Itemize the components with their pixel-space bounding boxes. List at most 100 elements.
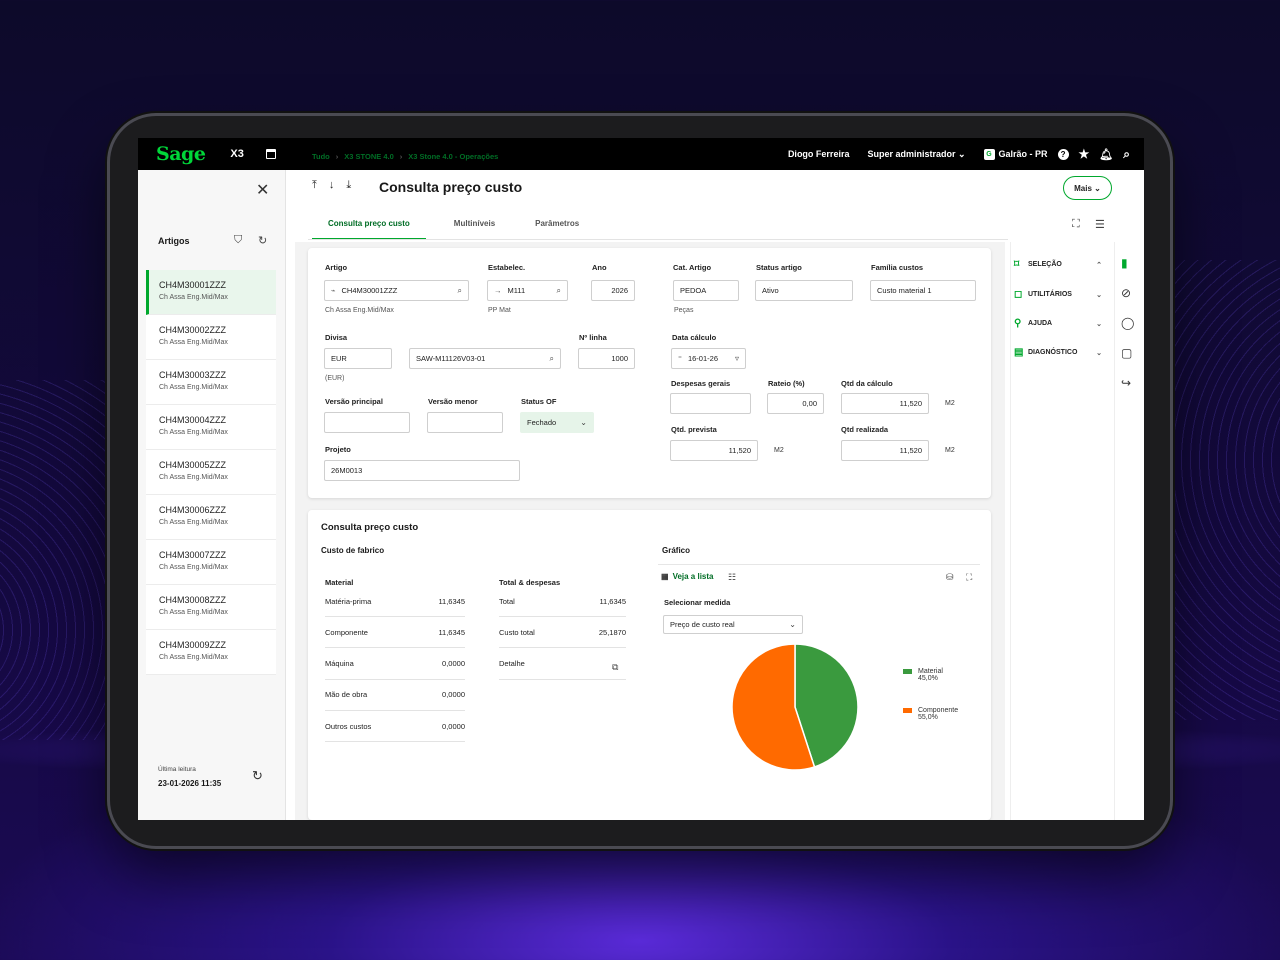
message-icon[interactable]: ▢ [1121, 346, 1132, 360]
artigo-field[interactable]: ⌁ CH4M30001ZZZ ⌕ [324, 280, 469, 301]
projeto-field[interactable]: 26M0013 [324, 460, 520, 481]
linha-field[interactable]: 1000 [578, 348, 635, 369]
article-list-item[interactable]: CH4M30006ZZZ Ch Assa Eng.Mid/Max [146, 495, 276, 540]
tab-parametros[interactable]: Parâmetros [515, 214, 595, 240]
article-desc: Ch Assa Eng.Mid/Max [159, 654, 228, 661]
search-icon[interactable]: ⌕ [1123, 147, 1130, 162]
calendar-icon[interactable] [265, 149, 276, 159]
divisa-label: Divisa [325, 333, 348, 342]
selecao-item[interactable]: ⌑ SELEÇÃO ⌃ [1014, 259, 1102, 270]
bookmark-icon[interactable]: ▮ [1121, 256, 1128, 270]
star-icon[interactable]: ★ [1079, 147, 1090, 161]
qtd-calculo-unit: M2 [945, 400, 955, 407]
help-icon[interactable]: ? [1057, 148, 1069, 160]
status-of-select[interactable]: Fechado ⌄ [520, 412, 594, 433]
tablet-frame: Sage X3 Diogo Ferreira Super administrad… [110, 116, 1170, 846]
legend-componente-label: Componente [918, 707, 959, 714]
refresh-icon[interactable]: ↻ [258, 234, 267, 247]
sage-logo[interactable]: Sage [156, 143, 206, 165]
cost-row-label: Componente [325, 627, 368, 637]
search-icon[interactable]: ⌕ [550, 354, 554, 364]
ano-field[interactable]: 2026 [591, 280, 635, 301]
search-icon[interactable]: ⌕ [458, 286, 462, 296]
qtd-calculo-field[interactable]: 11,520 [841, 393, 929, 414]
article-list-item[interactable]: CH4M30002ZZZ Ch Assa Eng.Mid/Max [146, 315, 276, 360]
qtd-prevista-field[interactable]: 11,520 [670, 440, 758, 461]
cost-row[interactable]: Detalhe [499, 649, 626, 680]
article-list-item[interactable]: CH4M30001ZZZ Ch Assa Eng.Mid/Max [146, 270, 276, 315]
attachment-icon[interactable]: ⊘ [1121, 286, 1131, 300]
qtd-realizada-unit: M2 [945, 447, 955, 454]
reload-icon[interactable]: ↻ [252, 768, 263, 784]
qtd-realizada-field[interactable]: 11,520 [841, 440, 929, 461]
record-tools: ⤒ ↓ ⤓ [312, 179, 351, 192]
cost-row-label: Mão de obra [325, 690, 368, 700]
top-bar: Sage X3 Diogo Ferreira Super administrad… [138, 138, 1144, 170]
legend-material-value: 45,0% [918, 675, 938, 682]
comment-icon[interactable]: ◯ [1121, 316, 1134, 330]
projeto-label: Projeto [325, 445, 351, 454]
data-calculo-field[interactable]: ⁼ 16-01-26 ▿ [671, 348, 746, 369]
route-field[interactable]: SAW-M11126V03-01 ⌕ [409, 348, 561, 369]
estab-label: Estabelec. [488, 263, 526, 272]
article-list-item[interactable]: CH4M30007ZZZ Ch Assa Eng.Mid/Max [146, 540, 276, 585]
role-menu[interactable]: Super administrador ⌄ [867, 149, 965, 160]
article-code: CH4M30002ZZZ [159, 325, 227, 335]
article-desc: Ch Assa Eng.Mid/Max [159, 564, 228, 571]
article-list-item[interactable]: CH4M30009ZZZ Ch Assa Eng.Mid/Max [146, 630, 276, 675]
estab-field[interactable]: → M111 ⌕ [487, 280, 568, 301]
cost-row: Mão de obra 0,0000 [325, 680, 465, 711]
calendar-icon[interactable]: ▿ [735, 354, 739, 363]
expand-icon[interactable]: ⛶ [966, 572, 972, 583]
close-icon[interactable]: ✕ [256, 180, 269, 200]
share-icon[interactable]: ↪ [1121, 376, 1131, 390]
filter-icon[interactable]: ⛉ [234, 234, 242, 247]
search-icon[interactable]: ⌕ [557, 286, 561, 296]
cost-row-value: 0,0000 [442, 690, 465, 700]
medida-select[interactable]: Preço de custo real ⌄ [663, 615, 803, 634]
familia-label: Família custos [871, 263, 924, 272]
crumb-tudo[interactable]: Tudo [312, 152, 330, 161]
user-name[interactable]: Diogo Ferreira [788, 149, 850, 159]
tab-consulta[interactable]: Consulta preço custo [312, 214, 426, 240]
versao-principal-field[interactable] [324, 412, 410, 433]
chevron-up-icon: ⌃ [1096, 261, 1102, 269]
cat-field[interactable]: PEDOA [673, 280, 739, 301]
diagnostico-item[interactable]: ▤ DIAGNÓSTICO ⌄ [1014, 347, 1102, 358]
download-icon[interactable]: ⤓ [346, 179, 351, 192]
article-list-item[interactable]: CH4M30005ZZZ Ch Assa Eng.Mid/Max [146, 450, 276, 495]
article-list-item[interactable]: CH4M30003ZZZ Ch Assa Eng.Mid/Max [146, 360, 276, 405]
versao-menor-field[interactable] [427, 412, 503, 433]
settings-sliders-icon[interactable]: ☰ [1095, 218, 1105, 231]
app-screen: Sage X3 Diogo Ferreira Super administrad… [138, 138, 1144, 820]
ajuda-item[interactable]: ⚲ AJUDA ⌄ [1014, 318, 1102, 329]
bell-icon[interactable]: 🔔︎ [1099, 148, 1113, 161]
despesas-field[interactable] [670, 393, 751, 414]
familia-field[interactable]: Custo material 1 [870, 280, 976, 301]
page-title: Consulta preço custo [379, 179, 523, 195]
tab-multiniveis[interactable]: Multiníveis [426, 214, 515, 240]
site-selector[interactable]: G Galrão - PR [983, 148, 1048, 160]
estab-value: M111 [507, 286, 526, 295]
crumb-operacoes[interactable]: X3 Stone 4.0 - Operações [408, 152, 498, 161]
rateio-field[interactable]: 0,00 [767, 393, 824, 414]
legend-swatch [903, 668, 912, 674]
veja-lista-link[interactable]: ▦ Veja a lista [661, 572, 713, 581]
status-artigo-field[interactable]: Ativo [755, 280, 853, 301]
article-list-item[interactable]: CH4M30004ZZZ Ch Assa Eng.Mid/Max [146, 405, 276, 450]
tab-bar: Consulta preço custo Multiníveis Parâmet… [312, 214, 595, 240]
article-list-item[interactable]: CH4M30008ZZZ Ch Assa Eng.Mid/Max [146, 585, 276, 630]
utilitarios-item[interactable]: ◻ UTILITÁRIOS ⌄ [1014, 289, 1102, 300]
next-record-icon[interactable]: ↓ [329, 179, 335, 192]
artigo-value: CH4M30001ZZZ [341, 286, 398, 295]
ano-label: Ano [592, 263, 607, 272]
fullscreen-icon[interactable]: ⛶ [1072, 218, 1080, 231]
crumb-stone[interactable]: X3 STONE 4.0 [344, 152, 393, 161]
divisa-field[interactable]: EUR [324, 348, 392, 369]
list-icon[interactable]: ☷ [728, 572, 736, 583]
first-record-icon[interactable]: ⤒ [312, 179, 317, 192]
more-button[interactable]: Mais ⌄ [1063, 176, 1112, 200]
database-icon[interactable]: ⛁ [946, 572, 954, 583]
chevron-down-icon: ⌄ [1096, 291, 1102, 299]
external-link-icon[interactable]: ⧉ [612, 662, 618, 673]
